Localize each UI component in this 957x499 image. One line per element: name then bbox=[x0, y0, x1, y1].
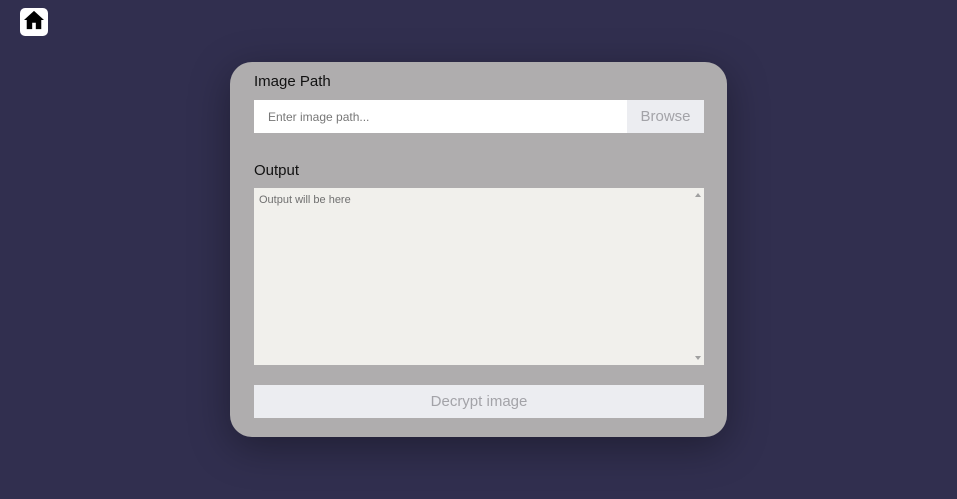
image-path-label: Image Path bbox=[254, 73, 331, 90]
image-path-row: Browse bbox=[254, 100, 704, 133]
scroll-up-arrow-icon[interactable] bbox=[695, 193, 701, 197]
decrypt-panel: Image Path Browse Output Decrypt image bbox=[230, 62, 727, 437]
browse-button[interactable]: Browse bbox=[627, 100, 704, 133]
image-path-input[interactable] bbox=[254, 100, 627, 133]
output-container bbox=[254, 188, 704, 365]
decrypt-image-button[interactable]: Decrypt image bbox=[254, 385, 704, 418]
scroll-down-arrow-icon[interactable] bbox=[695, 356, 701, 360]
home-icon bbox=[23, 10, 45, 35]
output-label: Output bbox=[254, 162, 300, 179]
output-textarea[interactable] bbox=[254, 188, 704, 365]
home-button[interactable] bbox=[20, 8, 48, 36]
